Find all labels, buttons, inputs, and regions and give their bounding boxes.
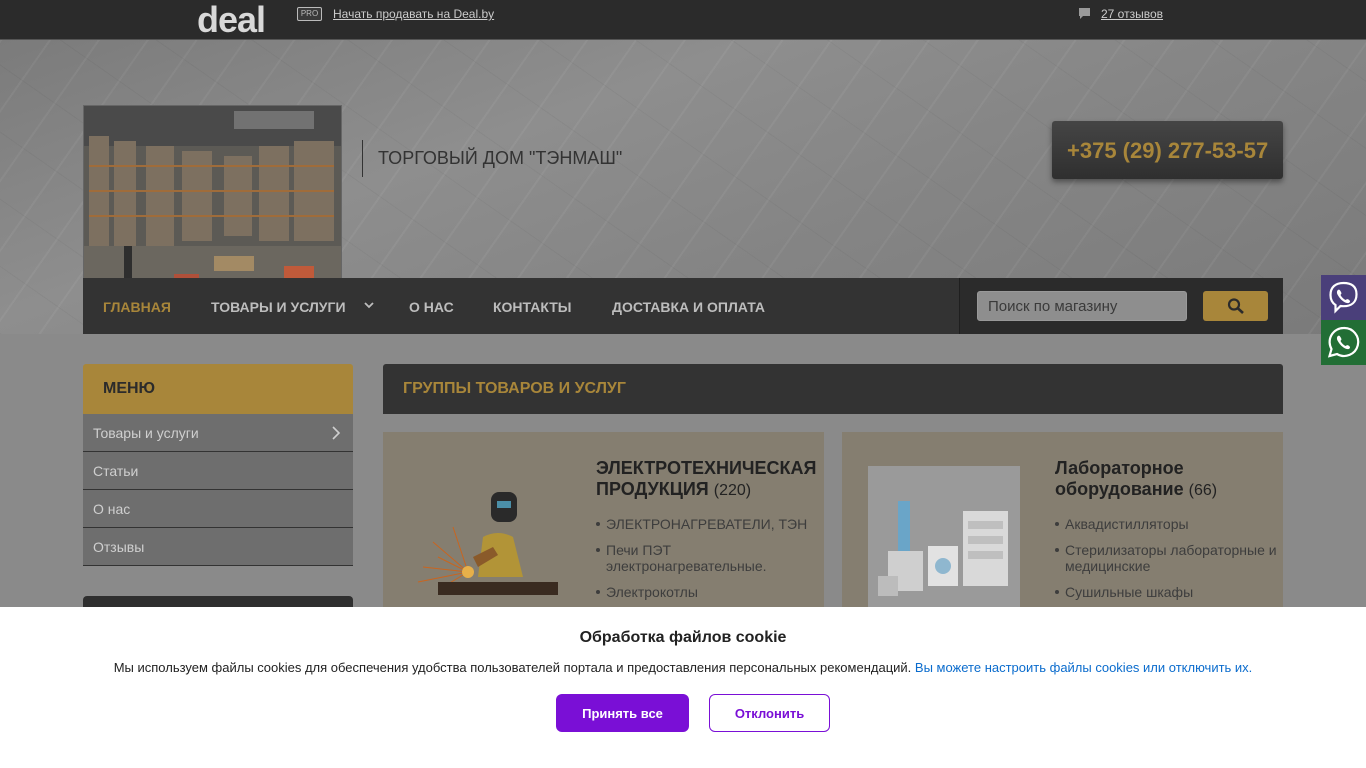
group-title-text[interactable]: ЭЛЕКТРОТЕХНИЧЕСКАЯ ПРОДУКЦИЯ [596,458,816,499]
phone-number[interactable]: +375 (29) 277-53-57 [1067,138,1268,164]
sidebar-item-label: Статьи [93,463,139,479]
sidebar-menu-header: МЕНЮ [83,364,353,414]
group-title[interactable]: Лабораторное оборудование (66) [1055,458,1280,501]
cookie-text-row: Мы используем файлы cookies для обеспече… [0,660,1366,675]
comment-icon [1079,8,1090,19]
whatsapp-icon [1327,326,1360,358]
whatsapp-button[interactable] [1321,320,1366,365]
sidebar-item-about[interactable]: О нас [83,490,353,528]
pro-badge: PRO [297,7,322,21]
group-subitems: Аквадистилляторы Стерилизаторы лаборатор… [1055,516,1280,610]
phone-box[interactable]: +375 (29) 277-53-57 [1052,121,1283,179]
cookie-banner: Обработка файлов cookie Мы используем фа… [0,607,1366,768]
groups-title: ГРУППЫ ТОВАРОВ И УСЛУГ [403,380,626,397]
sidebar-item-articles[interactable]: Статьи [83,452,353,490]
nav-item-delivery[interactable]: ДОСТАВКА И ОПЛАТА [612,299,765,315]
viber-icon [1329,281,1358,314]
group-count: (220) [713,482,752,499]
viber-button[interactable] [1321,275,1366,320]
group-count: (66) [1188,482,1218,499]
sidebar-item-label: Товары и услуги [93,425,199,441]
nav-item-contacts[interactable]: КОНТАКТЫ [493,299,571,315]
list-item[interactable]: Аквадистилляторы [1055,516,1280,532]
search-input[interactable] [977,291,1187,321]
list-item[interactable]: Сушильные шкафы [1055,584,1280,600]
chevron-down-icon[interactable] [363,300,375,310]
list-item[interactable]: ЭЛЕКТРОНАГРЕВАТЕЛИ, ТЭН [596,516,821,532]
header-divider [362,140,363,177]
nav-item-home[interactable]: ГЛАВНАЯ [103,299,171,315]
group-card-electrotech: ЭЛЕКТРОТЕХНИЧЕСКАЯ ПРОДУКЦИЯ (220) ЭЛЕКТ… [383,432,824,632]
list-item[interactable]: Стерилизаторы лабораторные и медицинские [1055,542,1280,574]
list-item[interactable]: Печи ПЭТ электронагревательные. [596,542,821,574]
nav-item-products[interactable]: ТОВАРЫ И УСЛУГИ [211,299,346,315]
groups-header: ГРУППЫ ТОВАРОВ И УСЛУГ [383,364,1283,414]
lab-equipment-image[interactable] [868,466,1020,616]
cookie-text: Мы используем файлы cookies для обеспече… [113,660,912,675]
start-selling-link[interactable]: Начать продавать на Deal.by [333,7,494,21]
main-nav: ГЛАВНАЯ ТОВАРЫ И УСЛУГИ О НАС КОНТАКТЫ Д… [83,278,1283,334]
sidebar-item-products[interactable]: Товары и услуги [83,414,353,452]
cookie-settings-link[interactable]: Вы можете настроить файлы cookies или от… [915,660,1252,675]
sidebar-item-label: О нас [93,501,131,517]
accept-all-button[interactable]: Принять все [556,694,689,732]
deal-topbar: deal PRO Начать продавать на Deal.by 27 … [0,0,1366,40]
group-title-text[interactable]: Лабораторное оборудование [1055,458,1184,499]
welder-image[interactable] [413,487,561,595]
group-card-lab: Лабораторное оборудование (66) Аквадисти… [842,432,1283,632]
decline-button[interactable]: Отклонить [709,694,830,732]
group-subitems: ЭЛЕКТРОНАГРЕВАТЕЛИ, ТЭН Печи ПЭТ электро… [596,516,821,610]
group-title[interactable]: ЭЛЕКТРОТЕХНИЧЕСКАЯ ПРОДУКЦИЯ (220) [596,458,821,501]
search-button[interactable] [1203,291,1268,321]
search-icon [1227,298,1244,314]
nav-item-about[interactable]: О НАС [409,299,454,315]
warehouse-logo-image[interactable] [83,105,342,299]
sidebar-menu: Товары и услуги Статьи О нас Отзывы [83,414,353,566]
sidebar-item-reviews[interactable]: Отзывы [83,528,353,566]
sidebar-menu-title: МЕНЮ [103,380,156,397]
deal-logo[interactable]: deal [197,2,266,38]
company-name[interactable]: ТОРГОВЫЙ ДОМ "ТЭНМАШ" [378,148,622,169]
reviews-link[interactable]: 27 отзывов [1101,7,1163,21]
cookie-title: Обработка файлов cookie [579,629,787,646]
chevron-right-icon [332,426,341,440]
sidebar-item-label: Отзывы [93,539,145,555]
search-area [959,278,1283,334]
list-item[interactable]: Электрокотлы [596,584,821,600]
